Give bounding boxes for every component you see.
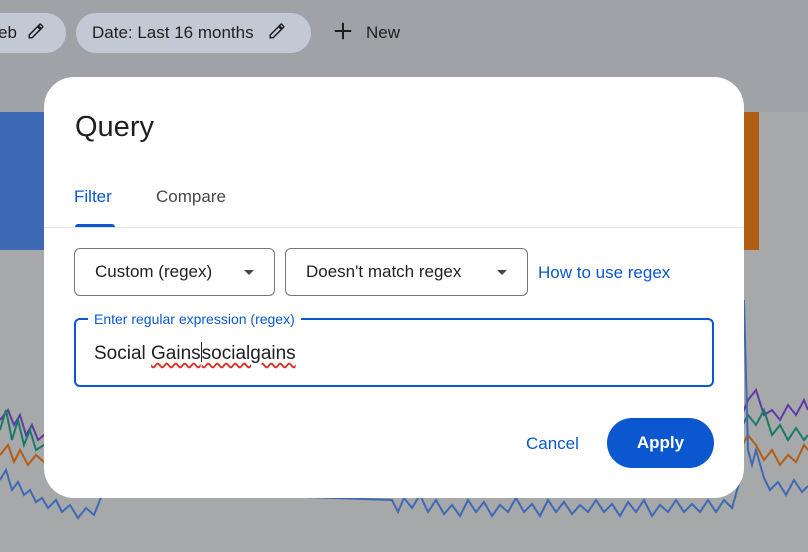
dialog-title: Query xyxy=(75,111,154,143)
dropdown-arrow-icon xyxy=(244,269,254,275)
new-filter-button[interactable]: New xyxy=(332,13,400,53)
filter-type-value: Custom (regex) xyxy=(95,262,213,281)
dropdown-arrow-icon xyxy=(497,269,507,275)
regex-value-part1: Social xyxy=(94,343,152,364)
tab-divider xyxy=(44,227,744,228)
date-range-chip[interactable]: Date: Last 16 months xyxy=(76,13,311,53)
match-type-value: Doesn't match regex xyxy=(306,262,462,281)
cancel-button[interactable]: Cancel xyxy=(510,420,595,468)
tab-filter[interactable]: Filter xyxy=(74,187,112,207)
regex-input-value[interactable]: Social Gainssocialgains xyxy=(94,342,296,365)
filter-type-select[interactable]: Custom (regex) xyxy=(74,248,275,296)
regex-value-part3: socialgains xyxy=(201,343,296,364)
edit-pencil-icon[interactable] xyxy=(268,22,286,45)
chip-label: Date: Last 16 months xyxy=(92,23,254,42)
chip-label: eb xyxy=(0,23,17,42)
edit-pencil-icon[interactable] xyxy=(27,22,45,45)
metric-card-position[interactable] xyxy=(742,112,759,250)
regex-value-part2: Gains xyxy=(151,343,201,364)
filter-chip-partial[interactable]: eb xyxy=(0,13,66,53)
how-to-use-regex-link[interactable]: How to use regex xyxy=(538,263,670,283)
new-label: New xyxy=(366,23,401,42)
regex-field-label: Enter regular expression (regex) xyxy=(88,311,301,327)
query-dialog: Query Filter Compare Custom (regex) Does… xyxy=(44,77,744,498)
tab-compare[interactable]: Compare xyxy=(156,187,226,207)
regex-input-field[interactable]: Enter regular expression (regex) Social … xyxy=(74,311,714,387)
metric-card-clicks[interactable] xyxy=(0,112,48,250)
apply-button[interactable]: Apply xyxy=(607,418,714,468)
plus-icon xyxy=(332,20,354,47)
match-type-select[interactable]: Doesn't match regex xyxy=(285,248,528,296)
